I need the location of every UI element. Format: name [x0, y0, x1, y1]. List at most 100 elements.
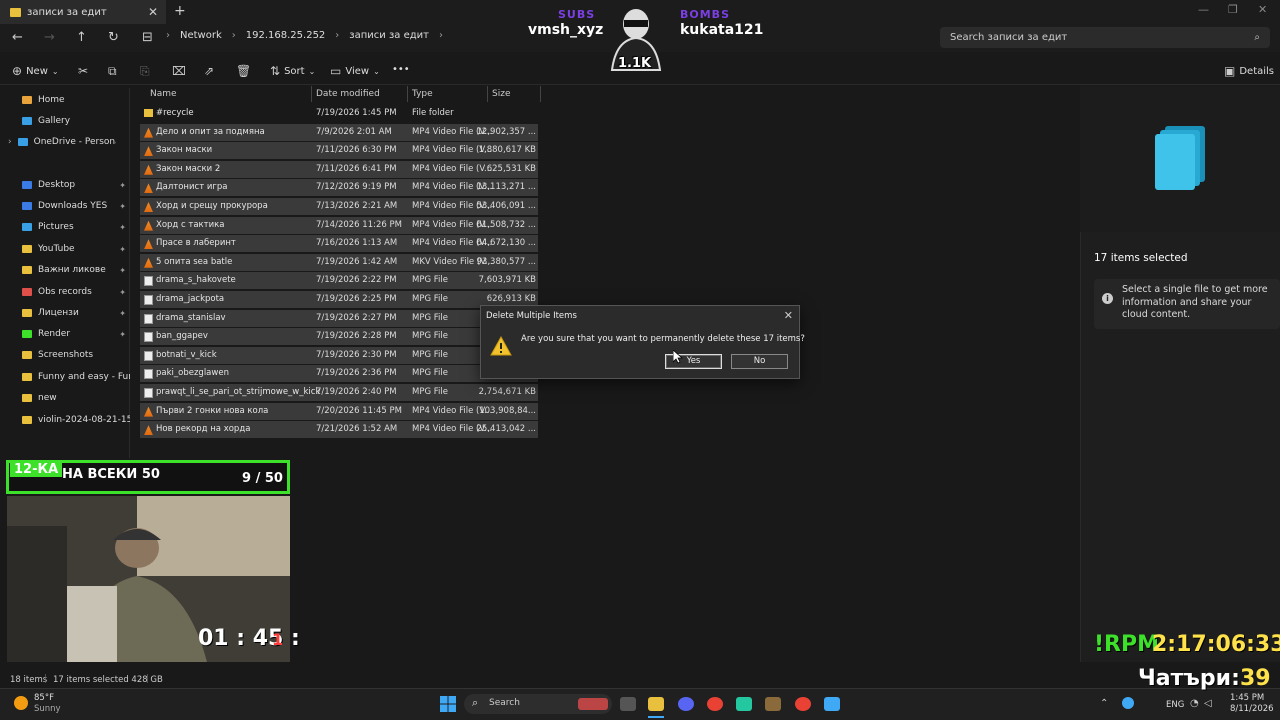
audio-app-icon[interactable] [736, 697, 752, 711]
file-row[interactable]: Дело и опит за подмяна 7/9/2026 2:01 AM MP… [140, 123, 538, 141]
sidebar-item[interactable]: Screenshots [22, 346, 130, 364]
details-button[interactable]: ▣ Details [1224, 64, 1274, 78]
chevron-up-icon[interactable]: ⌃ [1100, 698, 1108, 709]
chrome-icon[interactable] [707, 697, 723, 711]
file-row[interactable]: drama_stanislav 7/19/2026 2:27 PM MPG File [140, 309, 538, 327]
tray-app-icon[interactable] [1122, 697, 1134, 709]
sidebar-item[interactable]: Gallery [22, 112, 130, 130]
taskbar-search[interactable]: ⌕ Search [464, 694, 612, 714]
dialog-message: Are you sure that you want to permanentl… [521, 334, 805, 344]
pin-icon: ✦ [119, 329, 126, 339]
rename-button[interactable]: ⌧ [172, 64, 186, 78]
file-row[interactable]: prawqt_li_se_pari_ot_strijmowe_w_kick 7/1… [140, 384, 538, 401]
more-options-button[interactable]: ••• [392, 64, 410, 75]
sidebar-item[interactable]: Obs records ✦ [22, 283, 130, 301]
sidebar-item[interactable]: Важни ликове ✦ [22, 261, 130, 279]
delete-button[interactable]: 🗑 [236, 64, 251, 78]
file-row[interactable]: #recycle 7/19/2026 1:45 PM File folder [140, 105, 538, 122]
sort-button[interactable]: ⇅ Sort ⌄ [270, 64, 315, 78]
chrome-icon[interactable] [795, 697, 811, 711]
discord-icon[interactable] [678, 697, 694, 711]
sidebar-item[interactable]: new [22, 389, 130, 407]
file-row[interactable]: 5 опита sea batle 7/19/2026 1:42 AM MKV Vi… [140, 253, 538, 271]
breadcrumb-network[interactable]: Network [180, 30, 222, 41]
column-date[interactable]: Date modified [316, 89, 380, 99]
column-divider[interactable] [487, 86, 488, 102]
minimize-icon[interactable]: — [1198, 3, 1209, 16]
sidebar-item[interactable]: YouTube ✦ [22, 240, 130, 258]
column-divider[interactable] [407, 86, 408, 102]
new-tab-button[interactable]: + [174, 3, 186, 19]
file-row[interactable]: drama_s_hakovete 7/19/2026 2:22 PM MPG Fil… [140, 272, 538, 290]
file-row[interactable]: Нов рекорд на хорда 7/21/2026 1:52 AM MP4 … [140, 421, 538, 439]
no-button[interactable]: No [731, 354, 788, 369]
breadcrumb-folder[interactable]: записи за едит [349, 30, 429, 41]
close-window-icon[interactable]: ✕ [1258, 3, 1267, 16]
clock-time[interactable]: 1:45 PM [1230, 693, 1264, 703]
breadcrumb-ip[interactable]: 192.168.25.252 [246, 30, 326, 41]
file-row[interactable]: Далтонист игра 7/12/2026 9:19 PM MP4 Video… [140, 179, 538, 197]
file-row[interactable]: drama_jackpota 7/19/2026 2:25 PM MPG File 6… [140, 291, 538, 308]
file-explorer-icon[interactable] [648, 697, 664, 711]
file-type: MPG File [412, 387, 448, 397]
clock-date[interactable]: 8/11/2026 [1230, 704, 1274, 714]
file-row[interactable]: paki_obezglawen 7/19/2026 2:36 PM MPG File [140, 365, 538, 383]
cut-button[interactable]: ✂ [78, 64, 88, 78]
app-icon[interactable] [765, 697, 781, 711]
chevron-down-icon: ⌄ [51, 66, 59, 76]
sidebar-item[interactable]: › OneDrive - Personal [8, 133, 116, 151]
search-input[interactable]: Search записи за едит ⌕ [940, 27, 1270, 48]
chevron-right-icon: › [438, 30, 443, 41]
close-icon[interactable]: ✕ [784, 309, 793, 322]
file-row[interactable]: Закон маски 7/11/2026 6:30 PM MP4 Video Fi… [140, 142, 538, 160]
column-name[interactable]: Name [150, 89, 177, 99]
file-row[interactable]: Прасе в лаберинт 7/16/2026 1:13 AM MP4 Vid… [140, 235, 538, 253]
sidebar-item-label: YouTube [38, 244, 75, 254]
file-row[interactable]: Хорд и срещу прокурора 7/13/2026 2:21 AM M… [140, 198, 538, 215]
new-button[interactable]: ⊕ New ⌄ [12, 64, 59, 78]
paste-button[interactable]: ⎘ [140, 64, 150, 79]
share-button[interactable]: ⇗ [204, 64, 214, 78]
weather-temp[interactable]: 85°F [34, 693, 54, 703]
maximize-icon[interactable]: ❐ [1228, 3, 1238, 16]
close-tab-icon[interactable]: ✕ [148, 5, 158, 19]
sidebar-item[interactable]: Funny and easy - Funny 2( [22, 368, 130, 386]
sidebar-item[interactable]: Downloads YES ✦ [22, 197, 130, 215]
refresh-icon[interactable]: ↻ [108, 30, 119, 45]
copy-button[interactable]: ⧉ [108, 64, 117, 79]
file-icon [144, 369, 153, 380]
wifi-icon[interactable]: ◔ [1190, 698, 1199, 709]
back-icon[interactable]: ← [12, 30, 23, 45]
share-icon: ⇗ [204, 64, 215, 78]
language-indicator[interactable]: ENG [1166, 700, 1184, 710]
volume-icon[interactable]: ◁ [1204, 698, 1212, 709]
sidebar-item[interactable]: Render ✦ [22, 325, 130, 343]
tab-active[interactable]: записи за едит ✕ [0, 0, 166, 24]
column-divider[interactable] [540, 86, 541, 102]
sidebar-item[interactable]: Home [22, 91, 130, 109]
view-button[interactable]: ▭ View ⌄ [330, 64, 380, 78]
file-row[interactable]: Първи 2 гонки нова кола 7/20/2026 11:45 P… [140, 402, 538, 420]
file-row[interactable]: Хорд с тактика 7/14/2026 11:26 PM MP4 Vide… [140, 216, 538, 234]
stream-timer-seconds: 1 [272, 630, 284, 649]
chevron-right-icon[interactable]: › [8, 137, 12, 147]
forward-icon[interactable]: → [44, 30, 55, 45]
task-view-icon[interactable] [620, 697, 636, 711]
sidebar-item[interactable]: violin-2024-08-21-15-37-4 [22, 411, 130, 429]
sidebar-item[interactable]: Лицензи ✦ [22, 304, 130, 322]
sidebar-item[interactable]: Pictures ✦ [22, 218, 130, 236]
column-divider[interactable] [311, 86, 312, 102]
search-icon: ⌕ [1254, 32, 1260, 43]
column-size[interactable]: Size [492, 89, 510, 99]
sidebar-item[interactable]: Desktop ✦ [22, 176, 130, 194]
app-icon[interactable] [824, 697, 840, 711]
chevron-right-icon: › [231, 30, 236, 41]
column-type[interactable]: Type [412, 89, 433, 99]
file-row[interactable]: botnati_v_kick 7/19/2026 2:30 PM MPG File [140, 346, 538, 364]
file-row[interactable]: ban_ggapev 7/19/2026 2:28 PM MPG File [140, 328, 538, 346]
windows-start-icon[interactable] [440, 696, 456, 712]
file-date: 7/11/2026 6:41 PM [316, 163, 397, 174]
up-icon[interactable]: ↑ [76, 30, 87, 45]
file-row[interactable]: Закон маски 2 7/11/2026 6:41 PM MP4 Video … [140, 160, 538, 178]
sidebar-item-label: Funny and easy - Funny 2( [38, 372, 130, 382]
